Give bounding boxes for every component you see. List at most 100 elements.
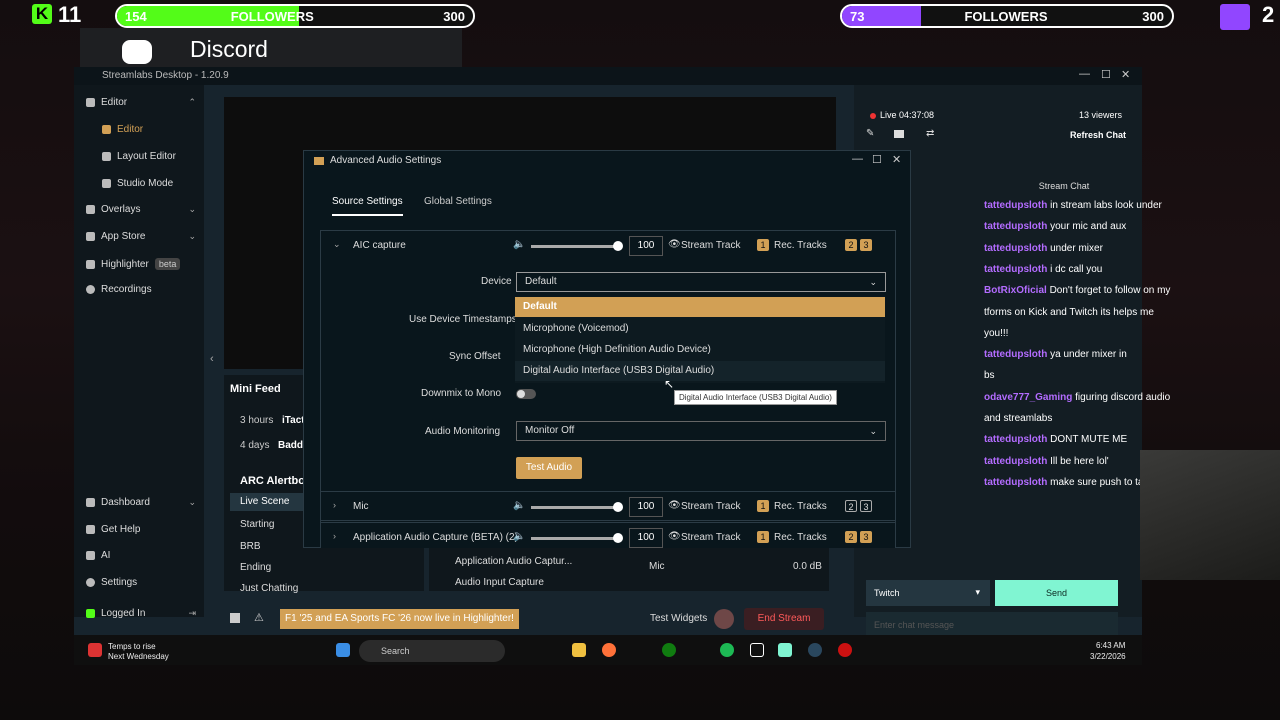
- chat-username[interactable]: tattedupsloth: [984, 456, 1047, 467]
- volume-input[interactable]: 100: [629, 236, 663, 256]
- downmix-toggle[interactable]: [516, 389, 536, 399]
- sidebar-item-highlighter[interactable]: Highlighter beta: [86, 258, 196, 270]
- windows-start-icon[interactable]: [336, 643, 350, 657]
- record-icon[interactable]: [714, 609, 734, 629]
- rec-track-2[interactable]: 2: [845, 239, 857, 251]
- collapse-arrow-icon[interactable]: ‹: [210, 353, 214, 365]
- minimize-icon[interactable]: —: [1079, 68, 1090, 80]
- chat-username[interactable]: tattedupsloth: [984, 264, 1047, 275]
- chat-username[interactable]: tattedupsloth: [984, 243, 1047, 254]
- test-widgets-button[interactable]: Test Widgets: [650, 613, 707, 624]
- tiktok-icon[interactable]: [750, 643, 764, 657]
- scene-item[interactable]: Just Chatting: [240, 583, 298, 594]
- sidebar-item-recordings[interactable]: Recordings: [86, 284, 196, 295]
- send-button[interactable]: Send: [995, 580, 1118, 606]
- xbox-icon[interactable]: [662, 643, 676, 657]
- chat-message: odave777_Gaming figuring discord audio: [984, 387, 1204, 408]
- close-icon[interactable]: ✕: [892, 153, 901, 166]
- sidebar-item-editor[interactable]: Editor: [102, 124, 212, 135]
- chat-username[interactable]: tattedupsloth: [984, 221, 1047, 232]
- sidebar-item-get-help[interactable]: Get Help: [86, 524, 196, 535]
- tab-global-settings[interactable]: Global Settings: [424, 196, 492, 207]
- chevron-right-icon[interactable]: ›: [333, 500, 336, 510]
- logout-icon[interactable]: ⇥: [188, 608, 196, 619]
- streamlabs-taskbar-icon[interactable]: [778, 643, 792, 657]
- sidebar-item-ai[interactable]: AI: [86, 550, 196, 561]
- tab-source-settings[interactable]: Source Settings: [332, 196, 403, 216]
- alert-icon[interactable]: ⚠: [254, 611, 264, 624]
- volume-slider-knob[interactable]: [613, 241, 623, 251]
- firefox-icon[interactable]: [602, 643, 616, 657]
- stream-track-1[interactable]: 1: [757, 239, 769, 251]
- chat-username[interactable]: tattedupsloth: [984, 349, 1047, 360]
- rec-track-3[interactable]: 3: [860, 531, 872, 543]
- volume-slider[interactable]: [531, 241, 623, 251]
- maximize-icon[interactable]: ☐: [872, 153, 882, 166]
- volume-slider[interactable]: [531, 533, 623, 543]
- sidebar-item-settings[interactable]: Settings: [86, 577, 196, 588]
- chevron-down-icon[interactable]: ⌄: [333, 239, 341, 250]
- chat-tab[interactable]: Stream Chat: [984, 181, 1144, 191]
- sidebar-item-logged-in[interactable]: Logged In ⇥: [86, 608, 196, 619]
- mixer-source[interactable]: Audio Input Capture: [455, 577, 544, 588]
- rec-track-3[interactable]: 3: [860, 239, 872, 251]
- stats-icon[interactable]: [230, 613, 240, 623]
- source-row-mic[interactable]: › Mic 🔈 100 👁 Stream Track 1 Rec. Tracks…: [320, 491, 896, 521]
- maximize-icon[interactable]: ☐: [1101, 68, 1111, 81]
- device-option[interactable]: Microphone (Voicemod): [515, 319, 885, 339]
- streamlabs-title: Streamlabs Desktop - 1.20.9: [102, 70, 229, 81]
- scene-collection-title[interactable]: ARC Alertbox: [240, 475, 311, 487]
- spotify-icon[interactable]: [720, 643, 734, 657]
- sidebar-item-overlays[interactable]: Overlays ⌄: [86, 204, 196, 215]
- chat-username[interactable]: tattedupsloth: [984, 200, 1047, 211]
- chat-username[interactable]: tattedupsloth: [984, 477, 1047, 488]
- audio-monitoring-select[interactable]: Monitor Off ⌄: [516, 421, 886, 441]
- rec-track-2[interactable]: 2: [845, 531, 857, 543]
- volume-input[interactable]: 100: [629, 497, 663, 517]
- rec-track-2[interactable]: 2: [845, 500, 857, 512]
- device-option[interactable]: Digital Audio Interface (USB3 Digital Au…: [515, 361, 885, 381]
- sidebar-item-studio-mode[interactable]: Studio Mode: [102, 178, 212, 189]
- file-explorer-icon[interactable]: [572, 643, 586, 657]
- volume-slider[interactable]: [531, 502, 623, 512]
- sidebar-item-editor-group[interactable]: Editor ⌃: [86, 97, 196, 108]
- chevron-right-icon[interactable]: ›: [333, 531, 336, 541]
- device-select[interactable]: Default ⌄: [516, 272, 886, 292]
- test-audio-button[interactable]: Test Audio: [516, 457, 582, 479]
- refresh-chat-button[interactable]: Refresh Chat: [1070, 130, 1126, 140]
- stream-track-1[interactable]: 1: [757, 531, 769, 543]
- volume-slider-knob[interactable]: [613, 502, 623, 512]
- source-row-application-audio[interactable]: › Application Audio Capture (BETA) (2) 🔈…: [320, 522, 896, 548]
- sidebar-item-dashboard[interactable]: Dashboard ⌄: [86, 497, 196, 508]
- eye-icon: 👁: [668, 500, 681, 511]
- platform-select[interactable]: Twitch ▾: [866, 580, 990, 606]
- news-banner[interactable]: F1 '25 and EA Sports FC '26 now live in …: [280, 609, 519, 629]
- device-option[interactable]: Microphone (High Definition Audio Device…: [515, 340, 885, 360]
- chat-username[interactable]: tattedupsloth: [984, 434, 1047, 445]
- minimize-icon[interactable]: —: [852, 153, 863, 165]
- stream-track-1[interactable]: 1: [757, 500, 769, 512]
- end-stream-button[interactable]: End Stream: [744, 608, 824, 630]
- mixer-source[interactable]: Application Audio Captur...: [455, 556, 572, 567]
- record-app-icon[interactable]: [838, 643, 852, 657]
- device-option[interactable]: Default: [515, 297, 885, 317]
- sidebar-item-layout-editor[interactable]: Layout Editor: [102, 151, 212, 162]
- taskbar-search[interactable]: Search: [359, 640, 505, 662]
- weather-icon: [88, 643, 102, 657]
- volume-slider-knob[interactable]: [613, 533, 623, 543]
- close-icon[interactable]: ✕: [1121, 68, 1130, 81]
- volume-input[interactable]: 100: [629, 528, 663, 548]
- scene-item[interactable]: BRB: [240, 541, 261, 552]
- scene-item[interactable]: Ending: [240, 562, 271, 573]
- steam-icon[interactable]: [808, 643, 822, 657]
- share-icon[interactable]: ⇄: [926, 128, 934, 139]
- chat-username[interactable]: odave777_Gaming: [984, 392, 1072, 403]
- sidebar-item-label: Recordings: [101, 284, 152, 295]
- sidebar-item-app-store[interactable]: App Store ⌄: [86, 231, 196, 242]
- app-store-icon: [86, 232, 95, 241]
- scene-item[interactable]: Starting: [240, 519, 274, 530]
- edit-icon[interactable]: ✎: [866, 128, 874, 139]
- chat-username[interactable]: BotRixOficial: [984, 285, 1047, 296]
- rec-track-3[interactable]: 3: [860, 500, 872, 512]
- folder-icon[interactable]: [894, 130, 904, 138]
